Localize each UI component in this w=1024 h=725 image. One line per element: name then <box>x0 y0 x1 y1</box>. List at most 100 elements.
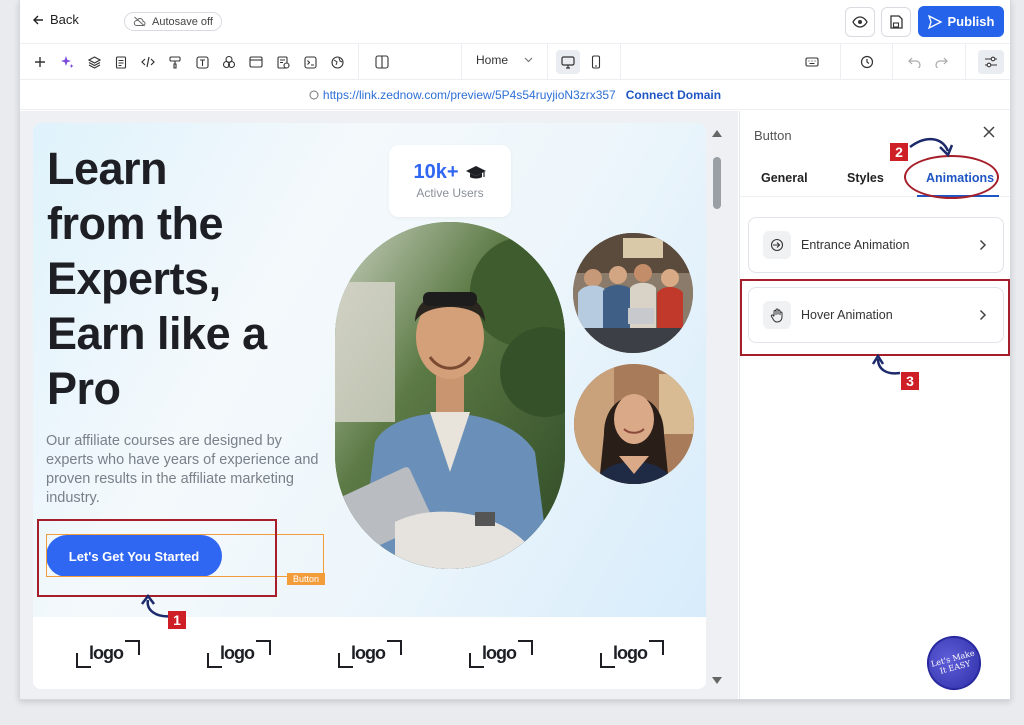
chevron-down-icon <box>524 57 533 63</box>
redo-button[interactable] <box>931 52 951 72</box>
autosave-toggle[interactable]: Autosave off <box>124 12 222 31</box>
editor-window: Back Autosave off Publish Home https://l… <box>19 0 1011 700</box>
page-select[interactable]: Home <box>476 53 533 67</box>
headline-line: from the <box>47 198 224 249</box>
tab-styles[interactable]: Styles <box>847 171 884 185</box>
canvas-scrollbar[interactable] <box>710 123 724 689</box>
back-button[interactable]: Back <box>32 12 79 27</box>
preview-url-link[interactable]: https://link.zednow.com/preview/5P4s54ru… <box>309 88 616 102</box>
headline-line: Earn like a <box>47 308 267 359</box>
close-panel-button[interactable] <box>982 125 998 141</box>
annotation-ellipse-2 <box>904 155 999 199</box>
mobile-view-button[interactable] <box>584 50 608 74</box>
logo-placeholder: logo <box>599 639 665 669</box>
integrations-button[interactable] <box>327 52 347 72</box>
status-circle-icon <box>309 90 319 99</box>
stats-number-row: 10k+ <box>389 161 511 184</box>
settings-button[interactable] <box>978 50 1004 74</box>
autosave-label: Autosave off <box>152 15 213 28</box>
logo-text: logo <box>482 643 517 663</box>
logo-placeholder: logo <box>75 639 141 669</box>
desktop-view-button[interactable] <box>556 50 580 74</box>
annotation-number-3: 3 <box>901 372 919 390</box>
hero-image-woman[interactable] <box>574 364 694 484</box>
editor-canvas: Learn from the Experts, Earn like a Pro … <box>20 111 738 699</box>
headline-line: Experts, <box>47 253 221 304</box>
columns-icon <box>375 55 389 69</box>
document-icon <box>115 55 127 69</box>
send-icon <box>927 14 942 29</box>
preview-button[interactable] <box>845 7 875 37</box>
scroll-up-icon <box>712 130 722 137</box>
woman-photo <box>574 364 694 484</box>
back-label: Back <box>50 12 79 27</box>
stats-card[interactable]: 10k+ Active Users <box>389 145 511 217</box>
layers-button[interactable] <box>84 52 104 72</box>
undo-button[interactable] <box>904 52 924 72</box>
keyboard-shortcuts-button[interactable] <box>802 52 822 72</box>
toolbar-divider <box>358 44 359 80</box>
publish-button[interactable]: Publish <box>918 6 1004 37</box>
split-view-button[interactable] <box>372 52 392 72</box>
code-button[interactable] <box>138 52 158 72</box>
keyboard-icon <box>805 57 819 67</box>
preview-url-bar: https://link.zednow.com/preview/5P4s54ru… <box>20 80 1010 110</box>
logo-strip: logo logo logo logo logo <box>33 617 706 689</box>
logo-text: logo <box>89 643 124 663</box>
section-button[interactable] <box>246 52 266 72</box>
hero-headline[interactable]: Learn from the Experts, Earn like a Pro <box>47 141 347 416</box>
arrow-left-icon <box>33 15 43 24</box>
undo-icon <box>907 57 921 68</box>
sparkle-icon <box>61 56 74 68</box>
headline-line: Pro <box>47 363 121 414</box>
code-icon <box>141 56 155 68</box>
scroll-down-icon <box>712 677 722 684</box>
page-preview: Learn from the Experts, Earn like a Pro … <box>33 123 706 689</box>
ai-button[interactable] <box>57 52 77 72</box>
history-button[interactable] <box>857 52 877 72</box>
preview-url-text: https://link.zednow.com/preview/5P4s54ru… <box>322 87 616 102</box>
group-photo <box>573 233 693 353</box>
scrollbar-thumb[interactable] <box>713 157 721 209</box>
components-button[interactable] <box>219 52 239 72</box>
toolbar-divider <box>461 44 462 80</box>
terminal-icon <box>303 55 317 69</box>
annotation-box-1 <box>37 519 277 597</box>
logo-text: logo <box>220 643 255 663</box>
pages-button[interactable] <box>111 52 131 72</box>
window-icon <box>249 56 263 68</box>
publish-label: Publish <box>947 14 995 29</box>
text-icon <box>195 55 209 69</box>
monitor-icon <box>561 55 575 69</box>
connect-domain-link[interactable]: Connect Domain <box>626 88 721 102</box>
editor-toolbar: Home <box>20 44 1010 80</box>
hero-image-main[interactable] <box>335 222 565 569</box>
student-photo <box>335 222 565 569</box>
page-select-value: Home <box>476 53 509 67</box>
paint-roller-icon <box>169 55 181 69</box>
sliders-icon <box>985 56 997 68</box>
entrance-animation-label: Entrance Animation <box>801 238 910 252</box>
tab-general[interactable]: General <box>761 171 808 185</box>
annotation-number-2: 2 <box>890 143 908 161</box>
text-button[interactable] <box>192 52 212 72</box>
cloud-off-icon <box>133 16 146 27</box>
globe-icon <box>330 55 344 69</box>
watermark-text: Let's Make It EASY <box>930 648 976 676</box>
logo-placeholder: logo <box>337 639 403 669</box>
hero-description[interactable]: Our affiliate courses are designed by ex… <box>46 432 321 508</box>
hero-section[interactable]: Learn from the Experts, Earn like a Pro … <box>33 123 706 617</box>
styles-button[interactable] <box>165 52 185 72</box>
media-button[interactable] <box>300 52 320 72</box>
properties-panel: Button General Styles Animations Entranc… <box>739 111 1010 699</box>
forms-button[interactable] <box>273 52 293 72</box>
entrance-icon <box>763 231 791 259</box>
save-icon <box>890 15 903 29</box>
add-element-button[interactable] <box>30 52 50 72</box>
hero-image-group[interactable] <box>573 233 693 353</box>
save-button[interactable] <box>881 7 911 37</box>
entrance-animation-item[interactable]: Entrance Animation <box>748 217 1004 273</box>
logo-text: logo <box>613 643 648 663</box>
stats-number: 10k+ <box>413 161 459 183</box>
form-icon <box>276 55 290 69</box>
